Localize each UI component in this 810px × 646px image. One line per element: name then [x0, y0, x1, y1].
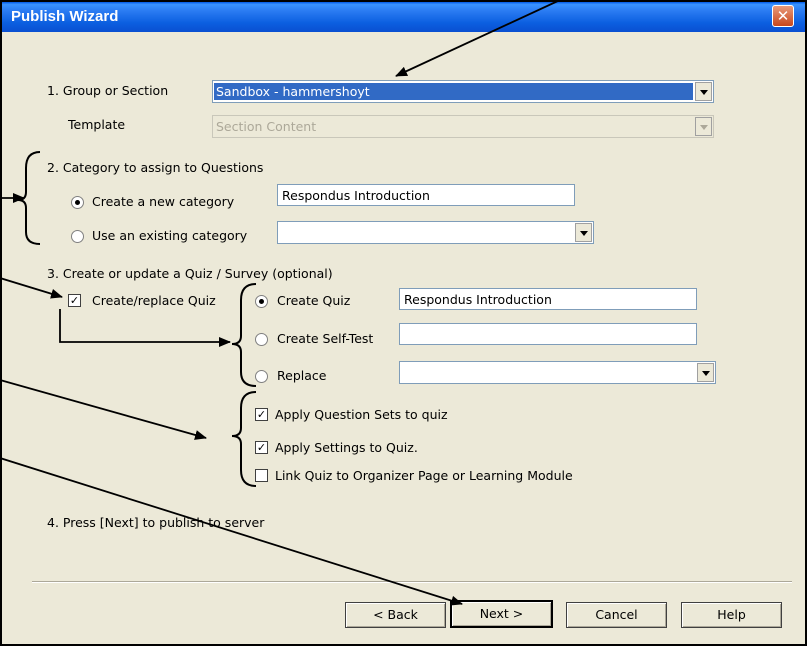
arrow-to-next: [0, 457, 463, 606]
arrow-to-apply: [0, 379, 207, 440]
arrow-bend-to-quiz-types: [59, 309, 231, 347]
arrow-to-group: [395, 0, 561, 77]
brace-apply: [231, 391, 257, 487]
brace-quiz-type: [231, 283, 257, 387]
annotation-overlay: [0, 0, 561, 606]
arrow-to-create-replace: [0, 277, 63, 299]
